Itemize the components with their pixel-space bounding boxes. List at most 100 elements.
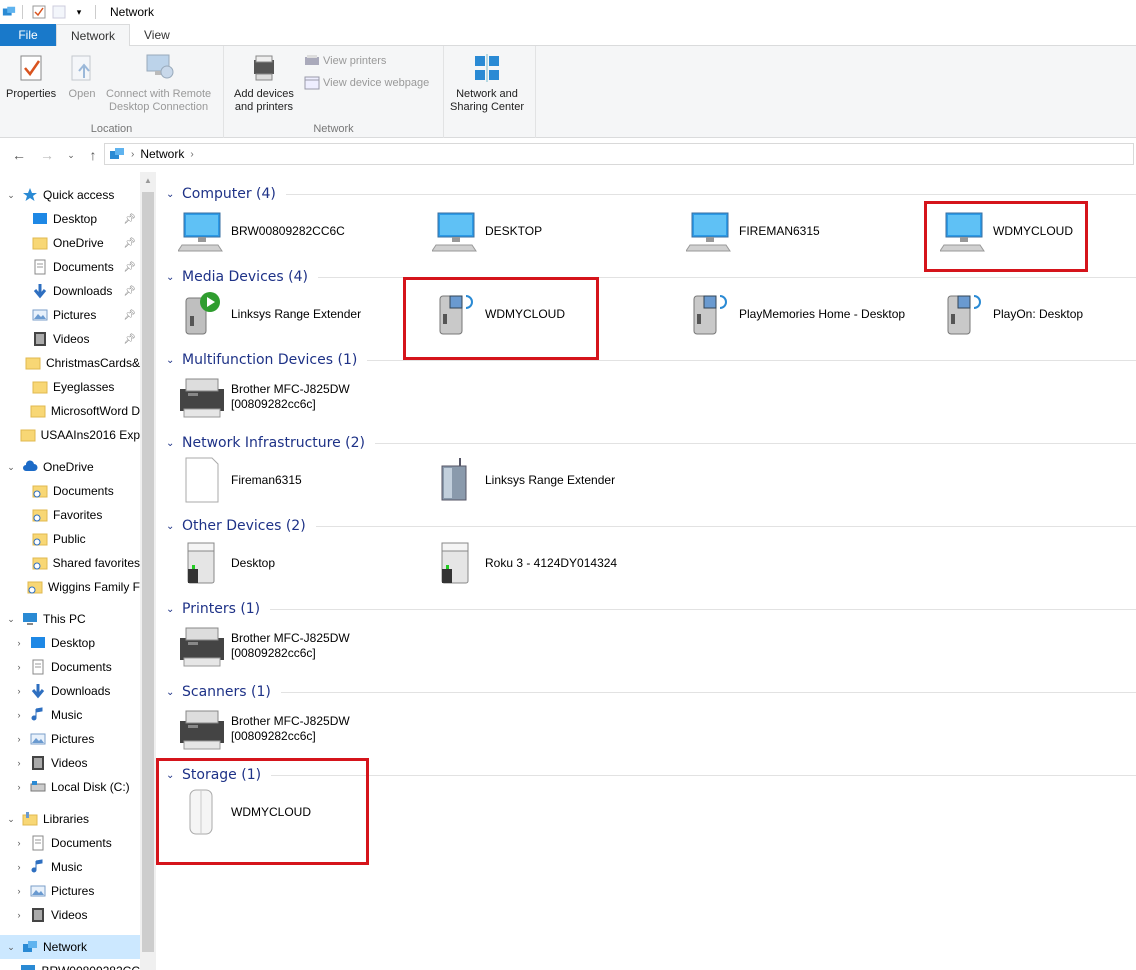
group-collapse-chevron-icon[interactable]: ⌄ — [166, 272, 180, 283]
device-item[interactable]: Brother MFC-J825DW [00809282cc6c] — [178, 704, 350, 754]
sidebar-item[interactable]: › Local Disk (C:) — [0, 775, 140, 799]
properties-button[interactable]: Properties — [6, 52, 56, 101]
collapsed-chevron-icon[interactable]: › — [14, 838, 24, 848]
group-collapse-chevron-icon[interactable]: ⌄ — [166, 355, 180, 366]
pin-icon[interactable]: 📌︎ — [123, 310, 136, 321]
tab-view[interactable]: View — [130, 24, 184, 46]
group-collapse-chevron-icon[interactable]: ⌄ — [166, 189, 180, 200]
device-item[interactable]: Linksys Range Extender — [432, 455, 615, 505]
up-arrow-icon[interactable]: ↑ — [84, 146, 102, 164]
sidebar-item[interactable]: › Music — [0, 703, 140, 727]
sidebar-item[interactable]: ⌄ OneDrive — [0, 455, 140, 479]
collapsed-chevron-icon[interactable]: › — [14, 758, 24, 768]
group-collapse-chevron-icon[interactable]: ⌄ — [166, 687, 180, 698]
device-item[interactable]: Brother MFC-J825DW [00809282cc6c] — [178, 621, 350, 671]
properties-quick-icon[interactable] — [31, 4, 47, 20]
device-item[interactable]: PlayMemories Home - Desktop — [686, 289, 905, 339]
tab-network[interactable]: Network — [56, 24, 131, 47]
remote-desktop-button[interactable]: Connect with Remote Desktop Connection — [106, 52, 211, 114]
expanded-chevron-icon[interactable]: ⌄ — [6, 814, 16, 825]
group-header[interactable]: ⌄ Other Devices (2) — [158, 516, 1136, 536]
device-item[interactable]: Brother MFC-J825DW [00809282cc6c] — [178, 372, 350, 422]
sidebar-item[interactable]: Pictures 📌︎ — [0, 303, 140, 327]
customize-quick-access-icon[interactable]: ▾ — [71, 4, 87, 20]
device-item[interactable]: BRW00809282CC6C — [177, 206, 345, 256]
group-header[interactable]: ⌄ Printers (1) — [158, 599, 1136, 619]
sidebar-item[interactable]: Public — [0, 527, 140, 551]
expanded-chevron-icon[interactable]: ⌄ — [6, 462, 16, 473]
view-webpage-button[interactable]: View device webpage — [304, 76, 429, 90]
device-item[interactable]: Fireman6315 — [178, 455, 302, 505]
scroll-up-arrow-icon[interactable]: ▲ — [140, 172, 156, 188]
collapsed-chevron-icon[interactable]: › — [14, 734, 24, 744]
sidebar-item[interactable]: ⌄ This PC — [0, 607, 140, 631]
expanded-chevron-icon[interactable]: ⌄ — [6, 614, 16, 625]
pin-icon[interactable]: 📌︎ — [123, 334, 136, 345]
sidebar-item[interactable]: Wiggins Family F — [0, 575, 140, 599]
group-collapse-chevron-icon[interactable]: ⌄ — [166, 604, 180, 615]
sidebar-item[interactable]: ⌄ Libraries — [0, 807, 140, 831]
pin-icon[interactable]: 📌︎ — [123, 238, 136, 249]
sidebar-item[interactable]: ⌄ Network — [0, 935, 140, 959]
sidebar-item[interactable]: Eyeglasses — [0, 375, 140, 399]
back-arrow-icon[interactable]: ← — [10, 146, 28, 164]
sidebar-item[interactable]: Documents 📌︎ — [0, 255, 140, 279]
pin-icon[interactable]: 📌︎ — [123, 262, 136, 273]
sidebar-item[interactable]: › Videos — [0, 751, 140, 775]
sidebar-item[interactable]: ChristmasCards& — [0, 351, 140, 375]
sidebar-item[interactable]: MicrosoftWord D — [0, 399, 140, 423]
device-item[interactable]: Desktop — [178, 538, 275, 588]
group-header[interactable]: ⌄ Multifunction Devices (1) — [158, 350, 1136, 370]
collapsed-chevron-icon[interactable]: › — [14, 638, 24, 648]
new-folder-quick-icon[interactable] — [51, 4, 67, 20]
collapsed-chevron-icon[interactable]: › — [14, 662, 24, 672]
collapsed-chevron-icon[interactable]: › — [14, 862, 24, 872]
group-header[interactable]: ⌄ Scanners (1) — [158, 682, 1136, 702]
pin-icon[interactable]: 📌︎ — [123, 286, 136, 297]
open-button[interactable]: Open — [66, 52, 98, 101]
pin-icon[interactable]: 📌︎ — [123, 214, 136, 225]
device-item[interactable]: DESKTOP — [431, 206, 542, 256]
tab-file[interactable]: File — [0, 24, 56, 46]
sidebar-item[interactable]: Downloads 📌︎ — [0, 279, 140, 303]
sidebar-item[interactable]: › Videos — [0, 903, 140, 927]
sidebar-item[interactable]: Desktop 📌︎ — [0, 207, 140, 231]
sidebar-item[interactable]: ⌄ Quick access — [0, 183, 140, 207]
sidebar-item[interactable]: › Pictures — [0, 727, 140, 751]
sidebar-item[interactable]: Shared favorites — [0, 551, 140, 575]
collapsed-chevron-icon[interactable]: › — [14, 710, 24, 720]
sidebar-item[interactable]: › Desktop — [0, 631, 140, 655]
group-collapse-chevron-icon[interactable]: ⌄ — [166, 438, 180, 449]
device-item[interactable]: FIREMAN6315 — [685, 206, 820, 256]
device-item[interactable]: Roku 3 - 4124DY014324 — [432, 538, 617, 588]
nav-pane-scrollbar[interactable]: ▲ — [140, 172, 156, 970]
scroll-thumb[interactable] — [142, 192, 154, 952]
group-header[interactable]: ⌄ Network Infrastructure (2) — [158, 433, 1136, 453]
recent-locations-chevron-icon[interactable]: ⌄ — [62, 146, 80, 164]
sidebar-item[interactable]: Favorites — [0, 503, 140, 527]
sidebar-item[interactable]: Videos 📌︎ — [0, 327, 140, 351]
group-collapse-chevron-icon[interactable]: ⌄ — [166, 521, 180, 532]
sidebar-item[interactable]: › Documents — [0, 831, 140, 855]
sidebar-item[interactable]: USAAIns2016 Exp — [0, 423, 140, 447]
add-devices-button[interactable]: Add devices and printers — [234, 52, 294, 114]
address-bar[interactable]: › Network › — [104, 143, 1134, 165]
collapsed-chevron-icon[interactable]: › — [14, 910, 24, 920]
breadcrumb-network[interactable]: Network — [140, 147, 184, 161]
collapsed-chevron-icon[interactable]: › — [14, 686, 24, 696]
expanded-chevron-icon[interactable]: ⌄ — [6, 190, 16, 201]
device-item[interactable]: PlayOn: Desktop — [940, 289, 1083, 339]
view-printers-button[interactable]: View printers — [304, 54, 386, 68]
sidebar-item[interactable]: BRW00809282CC — [0, 959, 140, 970]
expanded-chevron-icon[interactable]: ⌄ — [6, 942, 16, 953]
sidebar-item[interactable]: › Downloads — [0, 679, 140, 703]
sidebar-item[interactable]: › Documents — [0, 655, 140, 679]
sidebar-item[interactable]: OneDrive 📌︎ — [0, 231, 140, 255]
sidebar-item[interactable]: › Pictures — [0, 879, 140, 903]
forward-arrow-icon[interactable]: → — [38, 146, 56, 164]
network-sharing-center-button[interactable]: Network and Sharing Center — [450, 52, 524, 114]
collapsed-chevron-icon[interactable]: › — [14, 886, 24, 896]
device-item[interactable]: Linksys Range Extender — [178, 289, 361, 339]
collapsed-chevron-icon[interactable]: › — [14, 782, 24, 792]
sidebar-item[interactable]: › Music — [0, 855, 140, 879]
